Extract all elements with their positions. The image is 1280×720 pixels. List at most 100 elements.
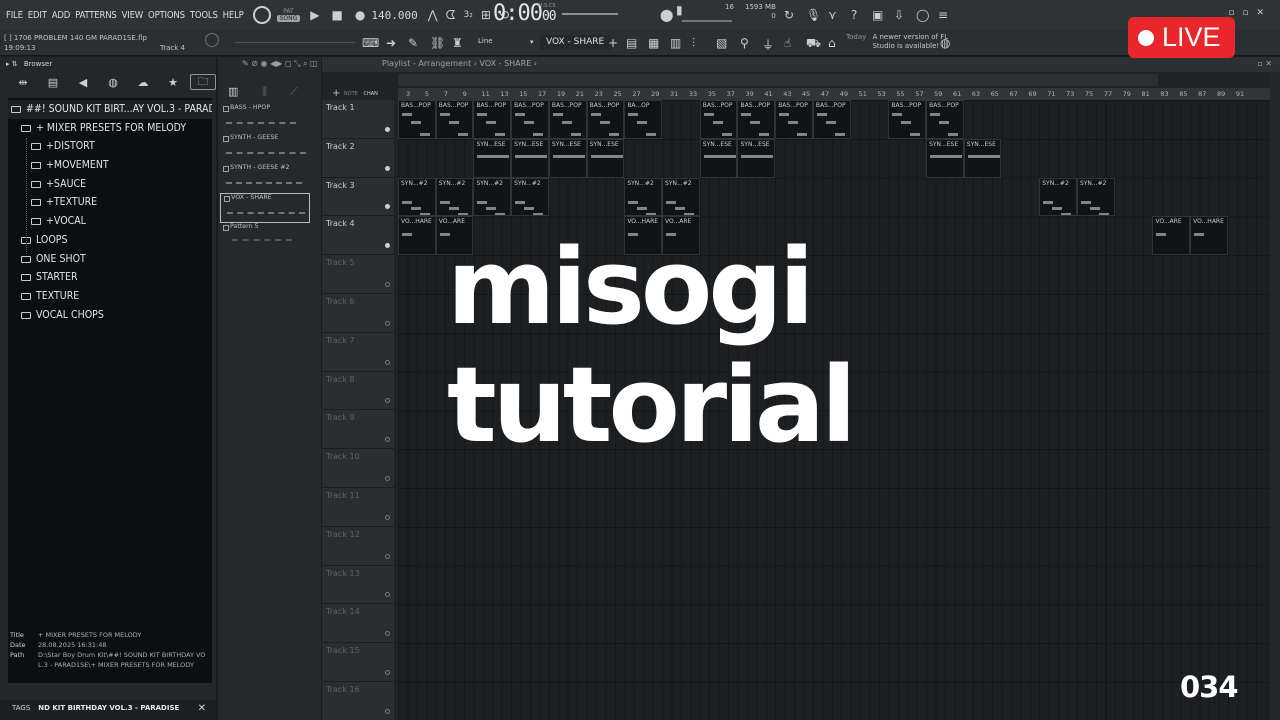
playlist-clip[interactable]: SYN...ESE — [548, 138, 587, 178]
timeline-ruler[interactable]: 3 5 7 9 11 13 15 17 19 21 23 25 27 29 31 33 35 37 39 41 43 45… — [398, 88, 1280, 100]
step-edit-icon[interactable]: ⊞ — [481, 8, 491, 22]
menu-options[interactable]: OPTIONS — [148, 10, 185, 21]
tuning-fork-icon[interactable]: ⋎ — [828, 8, 837, 22]
arrow-icon[interactable]: ➜ — [386, 36, 396, 50]
tree-item-loops[interactable]: LOOPS — [8, 231, 212, 250]
playlist-clip[interactable]: VO...ARE — [1152, 216, 1191, 256]
playlist-clip[interactable]: SYN...ESE — [511, 138, 549, 178]
pattern-selector[interactable]: VOX - SHARE — [540, 35, 611, 50]
menu-help[interactable]: HELP — [223, 10, 244, 21]
tempo-display[interactable]: 140.000 — [371, 9, 417, 22]
song-position-slider[interactable] — [562, 13, 618, 15]
playlist-clip[interactable]: SYN...#2 — [511, 177, 549, 217]
track-header[interactable]: Track 2 — [322, 138, 394, 178]
track-mute-led[interactable] — [385, 475, 390, 481]
playlist-clip[interactable]: SYN...ESE — [699, 138, 738, 178]
piano-roll-icon[interactable]: ▥ — [670, 36, 681, 50]
metronome-icon[interactable]: ⋀ — [428, 8, 438, 22]
playlist-clip[interactable]: SYN...#2 — [624, 177, 662, 217]
playlist-clip[interactable]: SYN...ESE — [963, 138, 1002, 178]
mic-icon[interactable]: 🎙︎ — [806, 8, 821, 22]
add-pattern-icon[interactable]: + — [608, 36, 618, 50]
mixer-icon[interactable]: ⫶ — [692, 36, 695, 51]
playlist-clip[interactable]: BAS...POP — [699, 100, 738, 139]
track-mute-led[interactable] — [385, 437, 390, 443]
horizontal-scrollbar[interactable] — [398, 74, 1158, 86]
cart-icon[interactable]: ⛟ — [806, 36, 821, 52]
tree-item-root[interactable]: ##! SOUND KIT BIRT...AY VOL.3 - PARAD1SE — [8, 100, 212, 119]
playlist-clip[interactable]: BAS...POP — [926, 100, 964, 139]
track-header[interactable]: Track 1 — [322, 100, 394, 139]
playlist-clip[interactable]: BAS...POP — [473, 100, 512, 139]
track-mute-led[interactable] — [385, 592, 390, 598]
track-mute-led[interactable] — [385, 631, 390, 637]
menu-add[interactable]: ADD — [52, 10, 71, 21]
track-header[interactable]: Track 7 — [322, 332, 394, 372]
menu-tools[interactable]: TOOLS — [190, 10, 218, 21]
record-icon[interactable]: ● — [355, 8, 365, 22]
playlist-close-icon[interactable]: ▫ ✕ — [1257, 59, 1272, 68]
chan-tab[interactable]: CHAN — [363, 91, 377, 97]
link-icon[interactable]: ⛓ — [430, 36, 445, 50]
note-tab[interactable]: NOTE — [344, 91, 358, 97]
touch-icon[interactable]: ☝ — [784, 36, 791, 50]
track-mute-led[interactable] — [385, 126, 390, 132]
pencil-icon[interactable]: ✎ — [408, 36, 418, 50]
countdown-icon[interactable]: 3₂ — [464, 10, 473, 20]
close-icon[interactable]: ✕ — [198, 703, 206, 714]
tree-item-starter[interactable]: STARTER — [8, 268, 212, 287]
play-icon[interactable]: ▶ — [310, 8, 319, 22]
picker-auto-icon[interactable]: ⟋ — [290, 85, 298, 99]
pattern-item[interactable]: Pattern 5 — [220, 223, 310, 253]
browser-globe-icon[interactable]: ◍ — [98, 76, 128, 89]
track-header[interactable]: Track 16 — [322, 682, 394, 720]
stop-icon[interactable]: ■ — [332, 8, 343, 22]
playlist-clip[interactable]: SYN...#2 — [398, 177, 436, 217]
playlist-clip[interactable]: SYN...ESE — [926, 138, 964, 178]
tree-item-mixer-presets[interactable]: + MIXER PRESETS FOR MELODY — [8, 119, 212, 138]
track-header[interactable]: Track 8 — [322, 371, 394, 411]
playlist-clip[interactable]: SYN...ESE — [737, 138, 776, 178]
browser-file-icon[interactable]: ▤ — [38, 76, 68, 89]
render-icon[interactable]: ⇩ — [894, 8, 904, 22]
track-mute-led[interactable] — [385, 165, 390, 171]
browser-icon[interactable]: ▧ — [716, 36, 727, 50]
playlist-clip[interactable]: SYN...#2 — [1039, 177, 1077, 217]
playlist-clip[interactable]: SYN...#2 — [473, 177, 512, 217]
pattern-item[interactable]: SYNTH - GEESE — [220, 134, 310, 164]
playlist-clip[interactable]: BAS...POP — [586, 100, 625, 139]
hint-knob-icon[interactable] — [205, 33, 219, 47]
chevron-down-icon[interactable]: ▾ — [530, 38, 534, 46]
playlist-tool-icons[interactable]: ✎ ⊘ ◉ ◀▶ ◻ ⤡ ⌕ ◫ — [242, 59, 318, 69]
plugin-icon[interactable]: ⚲ — [740, 36, 749, 50]
track-header[interactable]: Track 13 — [322, 565, 394, 605]
plug-icon[interactable]: ⏚ — [762, 36, 774, 53]
playlist-clip[interactable]: SYN...#2 — [1076, 177, 1115, 217]
save-icon[interactable]: ▣ — [872, 8, 883, 22]
wait-input-icon[interactable]: ᗧ — [446, 8, 456, 23]
pattern-item[interactable]: BASS - HPOP — [220, 104, 310, 134]
channel-rack-icon[interactable]: ▦ — [648, 36, 659, 50]
track-header[interactable]: Track 5 — [322, 255, 394, 294]
playlist-clip[interactable]: BAS...POP — [511, 100, 549, 139]
snap-select[interactable]: Line — [478, 37, 493, 45]
playlist-icon[interactable]: ▤ — [626, 36, 637, 50]
main-pitch-slider[interactable] — [235, 42, 355, 43]
tag-icon[interactable]: ⌂ — [828, 36, 836, 50]
tree-item-vocal[interactable]: +VOCAL — [8, 212, 212, 231]
playlist-clip[interactable]: BAS...POP — [737, 100, 776, 139]
tree-item-movement[interactable]: +MOVEMENT — [8, 156, 212, 175]
playlist-clip[interactable]: VO...HARE — [398, 216, 436, 256]
browser-folder-icon[interactable]: 🗀 — [190, 74, 216, 90]
window-controls[interactable]: ▫▫✕ — [1228, 8, 1272, 18]
menu-patterns[interactable]: PATTERNS — [75, 10, 117, 21]
tree-item-texture-sub[interactable]: +TEXTURE — [8, 193, 212, 212]
master-volume-knob-icon[interactable] — [252, 6, 271, 24]
track-header[interactable]: Track 9 — [322, 410, 394, 450]
tree-item-one-shot[interactable]: ONE SHOT — [8, 250, 212, 269]
track-header[interactable]: Track 14 — [322, 604, 394, 644]
playlist-clip[interactable]: SYN...ESE — [586, 138, 625, 178]
track-mute-led[interactable] — [385, 553, 390, 559]
track-mute-led[interactable] — [385, 359, 390, 365]
track-header[interactable]: Track 4 — [322, 216, 394, 256]
